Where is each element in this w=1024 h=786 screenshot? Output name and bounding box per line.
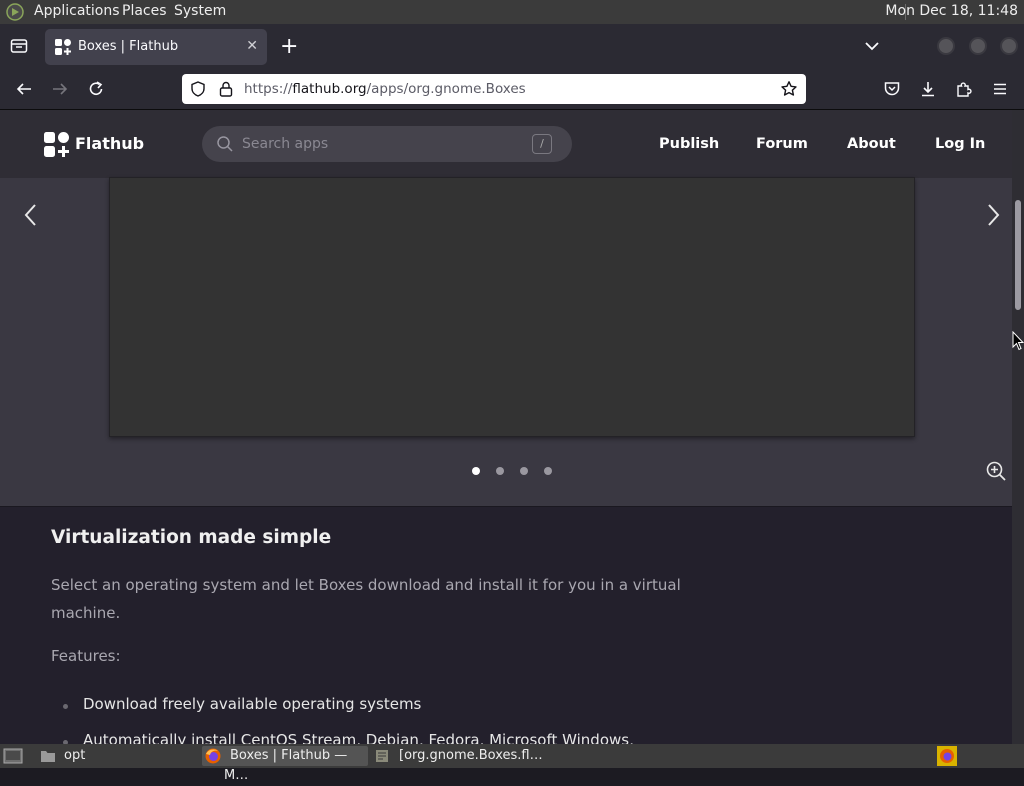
firefox-tray-icon[interactable] (937, 746, 957, 766)
web-page: Flathub / Publish Forum About Log In Vir… (0, 110, 1012, 744)
places-menu[interactable]: Places (122, 3, 167, 19)
reload-icon[interactable] (84, 77, 108, 101)
hamburger-menu-icon[interactable] (988, 77, 1012, 101)
list-bullet (63, 704, 68, 709)
tab-title: Boxes | Flathub (78, 39, 179, 54)
carousel-dot-3[interactable] (520, 467, 528, 475)
search-shortcut-hint: / (532, 134, 552, 154)
list-all-tabs-chevron-icon[interactable] (864, 38, 880, 58)
tab-boxes-flathub[interactable]: Boxes | Flathub ✕ (45, 29, 267, 65)
gnome-foot-icon[interactable] (6, 3, 24, 21)
taskbar-item-label: Boxes | Flathub — M… (224, 748, 348, 783)
clock[interactable]: Mon Dec 18, 11:48 (885, 3, 1018, 19)
nav-about-link[interactable]: About (847, 136, 896, 152)
flathub-favicon-icon (55, 39, 71, 59)
description-heading: Virtualization made simple (51, 527, 332, 548)
feature-item: Automatically install CentOS Stream, Deb… (83, 731, 634, 744)
downloads-icon[interactable] (916, 77, 940, 101)
tab-bar: Boxes | Flathub ✕ + (0, 24, 1024, 69)
carousel-next-arrow-icon[interactable] (984, 202, 1002, 235)
nav-publish-link[interactable]: Publish (659, 136, 719, 152)
extensions-puzzle-icon[interactable] (952, 77, 976, 101)
url-scheme: https:// (244, 81, 293, 97)
search-icon (216, 135, 234, 157)
folder-icon (40, 749, 56, 770)
carousel-dot-4[interactable] (544, 467, 552, 475)
pocket-icon[interactable] (880, 77, 904, 101)
tab-close-icon[interactable]: ✕ (246, 38, 258, 54)
close-window-button[interactable] (1000, 37, 1018, 55)
back-arrow-icon[interactable] (12, 77, 36, 101)
taskbar-item-firefox[interactable]: Boxes | Flathub — M… (202, 746, 368, 783)
forward-arrow-icon[interactable] (48, 77, 72, 101)
carousel-dot-1[interactable] (472, 467, 480, 475)
tab-overview-icon[interactable] (10, 38, 28, 54)
show-desktop-icon[interactable] (3, 747, 23, 769)
features-label: Features: (51, 647, 121, 665)
nav-forum-link[interactable]: Forum (756, 136, 808, 152)
carousel-prev-arrow-icon[interactable] (22, 202, 40, 235)
zoom-in-icon[interactable] (985, 460, 1007, 486)
carousel-dot-2[interactable] (496, 467, 504, 475)
nav-login-link[interactable]: Log In (935, 136, 985, 152)
tracking-protection-shield-icon[interactable] (190, 81, 206, 101)
mouse-cursor-icon (1012, 330, 1024, 355)
taskbar-item-label: [org.gnome.Boxes.fl… (399, 748, 543, 763)
bottom-taskbar: opt Boxes | Flathub — M… [org.gnome.Boxe… (0, 744, 1024, 783)
top-panel: Applications Places System Mon Dec 18, 1… (0, 0, 1024, 24)
text-editor-icon (375, 749, 389, 770)
new-tab-icon[interactable]: + (280, 34, 298, 59)
taskbar-item-terminal[interactable]: [org.gnome.Boxes.fl… (372, 746, 543, 766)
applications-menu[interactable]: Applications (34, 3, 120, 19)
url-text[interactable]: https://flathub.org/apps/org.gnome.Boxes (244, 81, 526, 97)
scrollbar-thumb[interactable] (1015, 200, 1021, 310)
screenshot-carousel-slide[interactable] (109, 177, 915, 437)
bookmark-star-icon[interactable] (780, 80, 798, 102)
app-description: Virtualization made simple Select an ope… (0, 506, 1012, 744)
taskbar-item-opt[interactable]: opt (38, 746, 198, 766)
flathub-logo-icon[interactable] (44, 132, 70, 162)
minimize-window-button[interactable] (937, 37, 955, 55)
site-header: Flathub / Publish Forum About Log In (0, 110, 1012, 178)
flathub-logo-text[interactable]: Flathub (75, 134, 144, 153)
url-host: flathub.org (292, 81, 367, 97)
url-path: /apps/org.gnome.Boxes (366, 81, 526, 97)
maximize-window-button[interactable] (969, 37, 987, 55)
feature-item: Download freely available operating syst… (83, 695, 422, 713)
page-scrollbar[interactable] (1012, 110, 1024, 744)
url-bar[interactable]: https://flathub.org/apps/org.gnome.Boxes (182, 74, 806, 104)
description-paragraph: Select an operating system and let Boxes… (51, 576, 681, 622)
nav-bar: https://flathub.org/apps/org.gnome.Boxes (0, 69, 1024, 110)
taskbar-item-label: opt (64, 748, 86, 763)
lock-icon[interactable] (218, 80, 234, 102)
system-menu[interactable]: System (174, 3, 226, 19)
search-box[interactable]: / (202, 126, 572, 162)
search-input[interactable] (242, 134, 502, 154)
